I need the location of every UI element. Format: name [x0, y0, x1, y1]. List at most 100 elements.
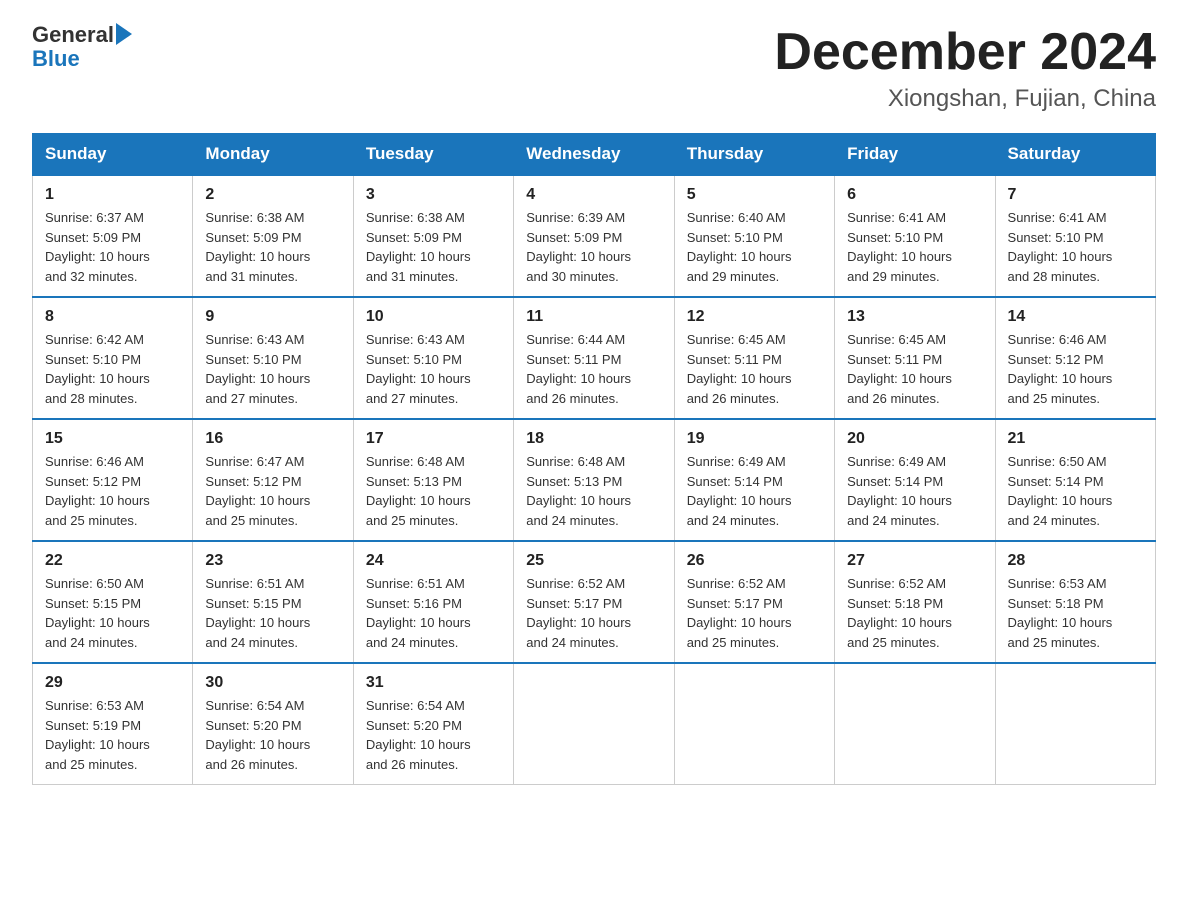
- day-number: 24: [366, 552, 501, 570]
- day-cell-5: 5 Sunrise: 6:40 AMSunset: 5:10 PMDayligh…: [674, 175, 834, 297]
- day-number: 12: [687, 308, 822, 326]
- day-cell-31: 31 Sunrise: 6:54 AMSunset: 5:20 PMDaylig…: [353, 663, 513, 785]
- day-cell-13: 13 Sunrise: 6:45 AMSunset: 5:11 PMDaylig…: [835, 297, 995, 419]
- day-number: 15: [45, 430, 180, 448]
- day-cell-26: 26 Sunrise: 6:52 AMSunset: 5:17 PMDaylig…: [674, 541, 834, 663]
- day-cell-2: 2 Sunrise: 6:38 AMSunset: 5:09 PMDayligh…: [193, 175, 353, 297]
- day-cell-6: 6 Sunrise: 6:41 AMSunset: 5:10 PMDayligh…: [835, 175, 995, 297]
- empty-cell-w4-d4: [674, 663, 834, 785]
- day-number: 20: [847, 430, 982, 448]
- day-cell-27: 27 Sunrise: 6:52 AMSunset: 5:18 PMDaylig…: [835, 541, 995, 663]
- logo-general-text: General: [32, 24, 114, 46]
- day-number: 3: [366, 186, 501, 204]
- day-number: 29: [45, 674, 180, 692]
- col-tuesday: Tuesday: [353, 134, 513, 176]
- day-number: 5: [687, 186, 822, 204]
- day-number: 25: [526, 552, 661, 570]
- day-number: 23: [205, 552, 340, 570]
- day-info: Sunrise: 6:47 AMSunset: 5:12 PMDaylight:…: [205, 454, 310, 528]
- day-number: 4: [526, 186, 661, 204]
- day-number: 14: [1008, 308, 1143, 326]
- day-number: 19: [687, 430, 822, 448]
- day-info: Sunrise: 6:49 AMSunset: 5:14 PMDaylight:…: [847, 454, 952, 528]
- day-info: Sunrise: 6:38 AMSunset: 5:09 PMDaylight:…: [205, 210, 310, 284]
- col-saturday: Saturday: [995, 134, 1155, 176]
- day-info: Sunrise: 6:43 AMSunset: 5:10 PMDaylight:…: [205, 332, 310, 406]
- day-number: 21: [1008, 430, 1143, 448]
- day-info: Sunrise: 6:50 AMSunset: 5:15 PMDaylight:…: [45, 576, 150, 650]
- day-info: Sunrise: 6:46 AMSunset: 5:12 PMDaylight:…: [45, 454, 150, 528]
- day-info: Sunrise: 6:43 AMSunset: 5:10 PMDaylight:…: [366, 332, 471, 406]
- day-info: Sunrise: 6:39 AMSunset: 5:09 PMDaylight:…: [526, 210, 631, 284]
- empty-cell-w4-d6: [995, 663, 1155, 785]
- logo-arrow-icon: [116, 23, 132, 45]
- week-row-1: 1 Sunrise: 6:37 AMSunset: 5:09 PMDayligh…: [33, 175, 1156, 297]
- day-info: Sunrise: 6:53 AMSunset: 5:19 PMDaylight:…: [45, 698, 150, 772]
- day-cell-4: 4 Sunrise: 6:39 AMSunset: 5:09 PMDayligh…: [514, 175, 674, 297]
- logo-blue-text: Blue: [32, 46, 132, 72]
- day-info: Sunrise: 6:49 AMSunset: 5:14 PMDaylight:…: [687, 454, 792, 528]
- col-wednesday: Wednesday: [514, 134, 674, 176]
- day-info: Sunrise: 6:46 AMSunset: 5:12 PMDaylight:…: [1008, 332, 1113, 406]
- week-row-2: 8 Sunrise: 6:42 AMSunset: 5:10 PMDayligh…: [33, 297, 1156, 419]
- day-cell-14: 14 Sunrise: 6:46 AMSunset: 5:12 PMDaylig…: [995, 297, 1155, 419]
- day-cell-17: 17 Sunrise: 6:48 AMSunset: 5:13 PMDaylig…: [353, 419, 513, 541]
- week-row-4: 22 Sunrise: 6:50 AMSunset: 5:15 PMDaylig…: [33, 541, 1156, 663]
- day-number: 7: [1008, 186, 1143, 204]
- empty-cell-w4-d3: [514, 663, 674, 785]
- day-info: Sunrise: 6:51 AMSunset: 5:16 PMDaylight:…: [366, 576, 471, 650]
- day-cell-25: 25 Sunrise: 6:52 AMSunset: 5:17 PMDaylig…: [514, 541, 674, 663]
- day-info: Sunrise: 6:42 AMSunset: 5:10 PMDaylight:…: [45, 332, 150, 406]
- calendar-header-row: Sunday Monday Tuesday Wednesday Thursday…: [33, 134, 1156, 176]
- day-cell-28: 28 Sunrise: 6:53 AMSunset: 5:18 PMDaylig…: [995, 541, 1155, 663]
- day-number: 22: [45, 552, 180, 570]
- day-cell-16: 16 Sunrise: 6:47 AMSunset: 5:12 PMDaylig…: [193, 419, 353, 541]
- empty-cell-w4-d5: [835, 663, 995, 785]
- day-cell-9: 9 Sunrise: 6:43 AMSunset: 5:10 PMDayligh…: [193, 297, 353, 419]
- day-number: 9: [205, 308, 340, 326]
- day-number: 17: [366, 430, 501, 448]
- day-cell-22: 22 Sunrise: 6:50 AMSunset: 5:15 PMDaylig…: [33, 541, 193, 663]
- day-cell-20: 20 Sunrise: 6:49 AMSunset: 5:14 PMDaylig…: [835, 419, 995, 541]
- day-cell-24: 24 Sunrise: 6:51 AMSunset: 5:16 PMDaylig…: [353, 541, 513, 663]
- day-info: Sunrise: 6:51 AMSunset: 5:15 PMDaylight:…: [205, 576, 310, 650]
- day-info: Sunrise: 6:54 AMSunset: 5:20 PMDaylight:…: [366, 698, 471, 772]
- day-cell-18: 18 Sunrise: 6:48 AMSunset: 5:13 PMDaylig…: [514, 419, 674, 541]
- day-number: 2: [205, 186, 340, 204]
- page-header: General Blue December 2024 Xiongshan, Fu…: [32, 24, 1156, 113]
- day-info: Sunrise: 6:45 AMSunset: 5:11 PMDaylight:…: [847, 332, 952, 406]
- day-number: 31: [366, 674, 501, 692]
- day-info: Sunrise: 6:53 AMSunset: 5:18 PMDaylight:…: [1008, 576, 1113, 650]
- day-cell-7: 7 Sunrise: 6:41 AMSunset: 5:10 PMDayligh…: [995, 175, 1155, 297]
- col-sunday: Sunday: [33, 134, 193, 176]
- calendar-table: Sunday Monday Tuesday Wednesday Thursday…: [32, 133, 1156, 785]
- day-cell-8: 8 Sunrise: 6:42 AMSunset: 5:10 PMDayligh…: [33, 297, 193, 419]
- day-cell-29: 29 Sunrise: 6:53 AMSunset: 5:19 PMDaylig…: [33, 663, 193, 785]
- day-cell-21: 21 Sunrise: 6:50 AMSunset: 5:14 PMDaylig…: [995, 419, 1155, 541]
- day-cell-15: 15 Sunrise: 6:46 AMSunset: 5:12 PMDaylig…: [33, 419, 193, 541]
- day-info: Sunrise: 6:45 AMSunset: 5:11 PMDaylight:…: [687, 332, 792, 406]
- day-number: 8: [45, 308, 180, 326]
- col-thursday: Thursday: [674, 134, 834, 176]
- day-number: 6: [847, 186, 982, 204]
- day-info: Sunrise: 6:48 AMSunset: 5:13 PMDaylight:…: [366, 454, 471, 528]
- col-friday: Friday: [835, 134, 995, 176]
- day-info: Sunrise: 6:50 AMSunset: 5:14 PMDaylight:…: [1008, 454, 1113, 528]
- day-number: 26: [687, 552, 822, 570]
- day-info: Sunrise: 6:38 AMSunset: 5:09 PMDaylight:…: [366, 210, 471, 284]
- week-row-3: 15 Sunrise: 6:46 AMSunset: 5:12 PMDaylig…: [33, 419, 1156, 541]
- day-info: Sunrise: 6:37 AMSunset: 5:09 PMDaylight:…: [45, 210, 150, 284]
- day-info: Sunrise: 6:41 AMSunset: 5:10 PMDaylight:…: [847, 210, 952, 284]
- title-area: December 2024 Xiongshan, Fujian, China: [774, 24, 1156, 113]
- day-cell-10: 10 Sunrise: 6:43 AMSunset: 5:10 PMDaylig…: [353, 297, 513, 419]
- month-title: December 2024: [774, 24, 1156, 81]
- day-info: Sunrise: 6:40 AMSunset: 5:10 PMDaylight:…: [687, 210, 792, 284]
- day-info: Sunrise: 6:52 AMSunset: 5:18 PMDaylight:…: [847, 576, 952, 650]
- day-number: 18: [526, 430, 661, 448]
- day-cell-19: 19 Sunrise: 6:49 AMSunset: 5:14 PMDaylig…: [674, 419, 834, 541]
- day-number: 10: [366, 308, 501, 326]
- day-number: 16: [205, 430, 340, 448]
- day-info: Sunrise: 6:48 AMSunset: 5:13 PMDaylight:…: [526, 454, 631, 528]
- day-cell-30: 30 Sunrise: 6:54 AMSunset: 5:20 PMDaylig…: [193, 663, 353, 785]
- location-title: Xiongshan, Fujian, China: [774, 85, 1156, 113]
